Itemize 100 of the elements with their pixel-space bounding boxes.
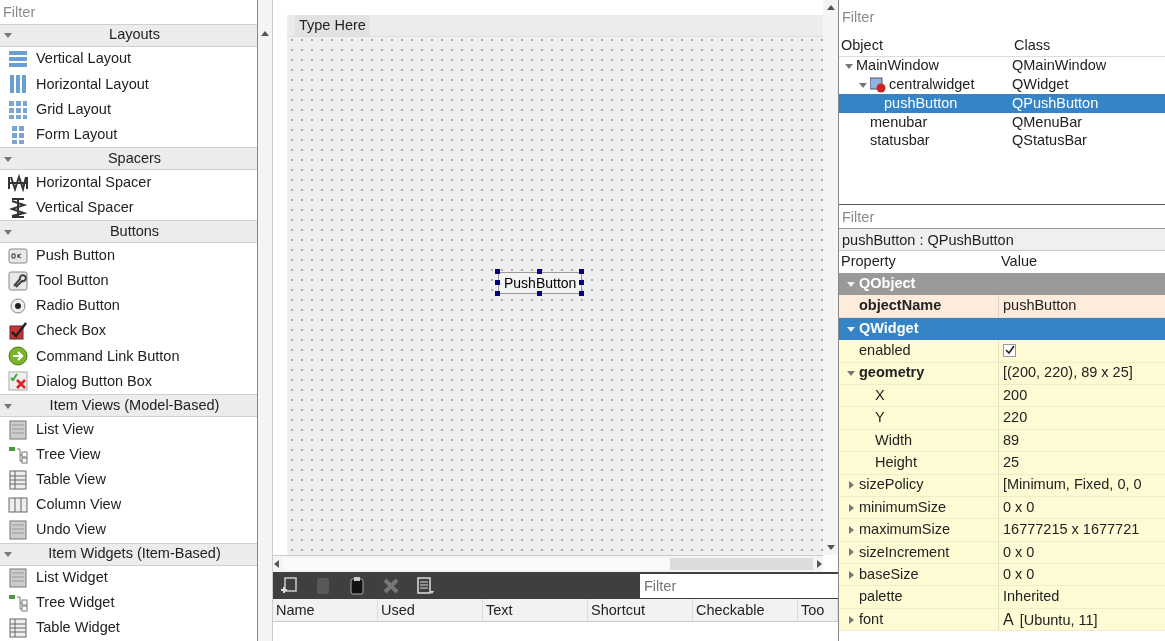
property-name: Height <box>875 452 917 472</box>
column-header[interactable]: Used <box>378 599 483 621</box>
left-arrow-icon[interactable] <box>273 560 279 568</box>
column-header[interactable]: Checkable <box>693 599 798 621</box>
caret-icon[interactable] <box>847 526 855 534</box>
widget-item[interactable]: Check Box <box>36 320 107 343</box>
widget-item[interactable]: Push Button <box>36 245 115 267</box>
widget-item[interactable]: Tool Button <box>36 270 109 292</box>
table-icon <box>8 469 28 490</box>
checkbox[interactable] <box>1003 343 1016 357</box>
caret-icon[interactable] <box>4 401 12 410</box>
resize-handle[interactable] <box>537 269 543 274</box>
widget-item[interactable]: Undo View <box>36 519 106 541</box>
widget-item[interactable]: Table View <box>36 468 106 491</box>
category-header[interactable]: Buttons <box>0 220 257 244</box>
category-header[interactable]: Item Views (Model-Based) <box>0 394 257 418</box>
caret-icon[interactable] <box>4 550 12 559</box>
caret-icon[interactable] <box>847 324 855 333</box>
caret-icon[interactable] <box>4 227 12 236</box>
property-value[interactable]: 0 x 0 <box>1003 498 1035 515</box>
property-value[interactable]: [Minimum, Fixed, 0, 0 <box>1003 476 1142 493</box>
category-header[interactable]: Spacers <box>0 147 257 171</box>
resize-handle[interactable] <box>495 291 500 296</box>
property-value[interactable]: 0 x 0 <box>1003 543 1035 560</box>
scrollbar[interactable] <box>258 0 273 641</box>
widget-item[interactable]: Tree Widget <box>36 592 115 615</box>
widget-item[interactable]: Vertical Spacer <box>36 196 134 219</box>
caret-icon[interactable] <box>847 280 855 289</box>
widget-item[interactable]: Horizontal Spacer <box>36 171 152 194</box>
category-header[interactable]: Item Widgets (Item-Based) <box>0 542 257 566</box>
caret-icon[interactable] <box>847 503 855 512</box>
widget-item[interactable]: Column View <box>36 494 122 516</box>
caret-icon[interactable] <box>4 154 12 163</box>
widget-item[interactable]: Dialog Button Box <box>36 370 153 393</box>
resize-handle[interactable] <box>537 291 543 296</box>
clipboard-icon[interactable] <box>347 575 367 596</box>
widget-icon <box>870 77 886 94</box>
caret-icon[interactable] <box>847 570 855 579</box>
caret-icon[interactable] <box>4 31 12 40</box>
stacked-bars-icon <box>8 49 28 70</box>
list-icon <box>8 520 28 541</box>
caret-icon[interactable] <box>859 81 867 90</box>
property-value[interactable]: 200 <box>1003 386 1028 403</box>
arrow-circle-icon <box>8 346 28 367</box>
class-name: QPushButton <box>1012 93 1099 113</box>
right-arrow-icon[interactable] <box>817 560 823 568</box>
tree-row[interactable]: centralwidget QWidget <box>839 75 1165 95</box>
property-value[interactable]: [(200, 220), 89 x 25] <box>1003 364 1133 381</box>
caret-icon[interactable] <box>847 481 855 490</box>
column-header[interactable]: Too <box>798 599 838 621</box>
scrollbar[interactable] <box>823 0 838 555</box>
up-arrow-icon[interactable] <box>261 30 269 36</box>
property-value[interactable]: pushButton <box>1003 297 1077 314</box>
widget-item[interactable]: Tree View <box>36 443 101 466</box>
list-menu-icon[interactable] <box>415 575 435 596</box>
tree-row[interactable]: statusbar QStatusBar <box>839 131 1165 151</box>
property-value[interactable]: [Ubuntu, 11] <box>1019 611 1098 628</box>
property-value[interactable]: 16777215 x 1677721 <box>1003 521 1140 538</box>
column-view-icon <box>8 494 28 515</box>
property-value[interactable]: 89 <box>1003 431 1020 448</box>
column-header[interactable]: Value <box>999 251 1149 273</box>
widget-item[interactable]: Vertical Layout <box>36 48 132 71</box>
resize-handle[interactable] <box>495 280 500 285</box>
filter-field[interactable]: Filter <box>640 573 838 598</box>
tree-row[interactable]: pushButton QPushButton <box>839 94 1165 114</box>
column-header[interactable]: Text <box>483 599 588 621</box>
widget-item[interactable]: List Widget <box>36 567 108 589</box>
down-arrow-icon[interactable] <box>826 545 835 551</box>
category-header[interactable]: Layouts <box>0 23 257 47</box>
caret-icon[interactable] <box>845 62 853 71</box>
group-header[interactable]: QWidget <box>839 317 1165 341</box>
column-header[interactable]: Property <box>839 251 999 273</box>
property-value[interactable]: 25 <box>1003 453 1020 470</box>
tree-row[interactable]: menubar QMenuBar <box>839 113 1165 132</box>
widget-item[interactable]: Horizontal Layout <box>36 73 149 96</box>
widget-item[interactable]: Table Widget <box>36 617 120 640</box>
property-value[interactable]: 220 <box>1003 409 1028 426</box>
caret-icon[interactable] <box>847 548 855 557</box>
column-header[interactable]: Shortcut <box>588 599 693 621</box>
widget-item[interactable]: Form Layout <box>36 123 118 146</box>
property-name: minimumSize <box>859 497 946 517</box>
property-value[interactable]: Inherited <box>1003 588 1060 605</box>
tree-row[interactable]: MainWindow QMainWindow <box>839 57 1165 76</box>
widget-item[interactable]: Grid Layout <box>36 98 111 121</box>
property-value[interactable]: 0 x 0 <box>1003 565 1035 582</box>
column-header[interactable]: Name <box>273 599 378 621</box>
push-button[interactable]: PushButton <box>498 272 583 294</box>
widget-item[interactable]: Radio Button <box>36 295 120 318</box>
resize-handle[interactable] <box>495 269 500 274</box>
caret-icon[interactable] <box>847 615 855 624</box>
widget-item[interactable]: List View <box>36 418 94 441</box>
widget-item[interactable]: Command Link Button <box>36 345 180 368</box>
new-action-icon[interactable] <box>279 575 299 596</box>
tree-icon <box>8 444 28 465</box>
column-header[interactable]: Object <box>839 34 1012 57</box>
menu-entry-field[interactable]: Type Here <box>295 14 370 37</box>
caret-icon[interactable] <box>847 369 855 378</box>
column-header[interactable]: Class <box>1012 34 1162 57</box>
scrollbar[interactable] <box>273 555 823 572</box>
up-arrow-icon[interactable] <box>826 4 835 10</box>
